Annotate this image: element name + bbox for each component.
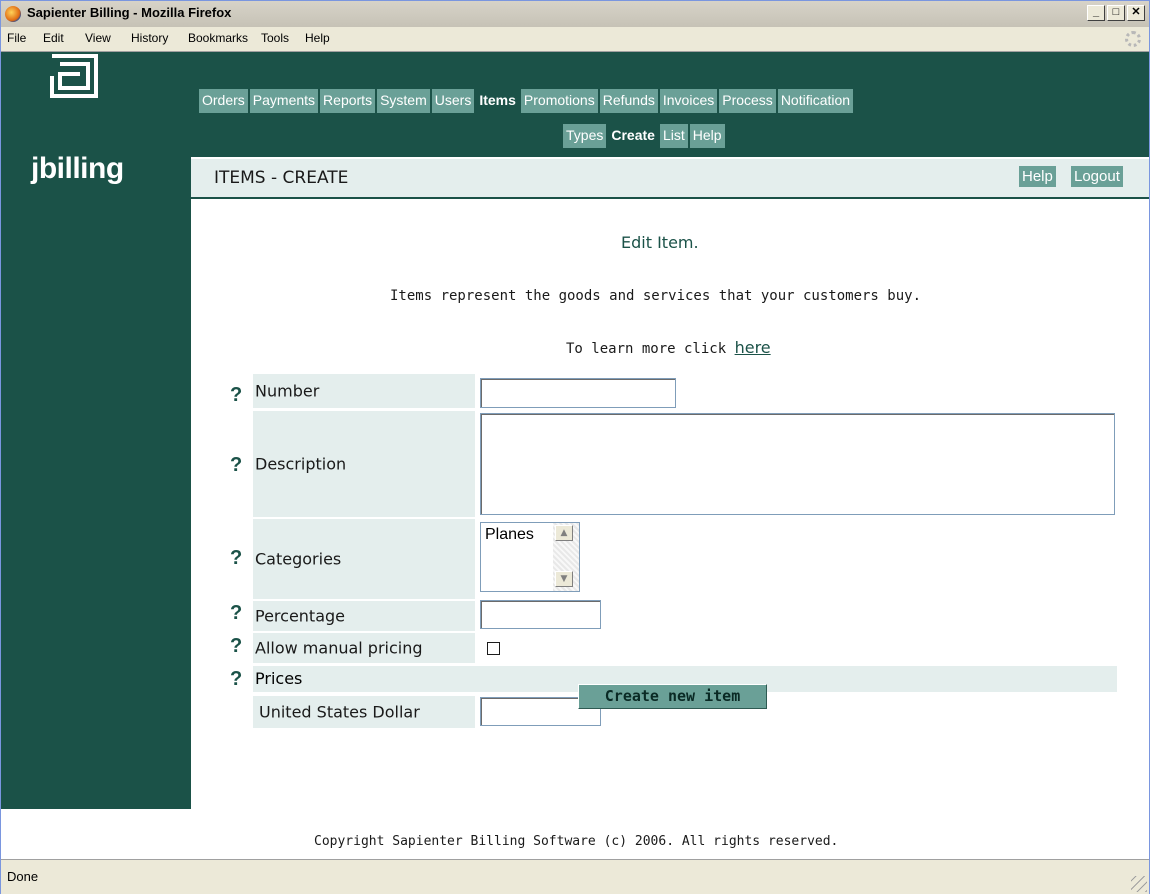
learn-more-link[interactable]: here [735, 338, 771, 357]
scroll-up-arrow-icon[interactable]: ▲ [555, 525, 573, 541]
nav-reports[interactable]: Reports [320, 89, 376, 113]
menu-view[interactable]: View [85, 31, 111, 45]
nav-orders[interactable]: Orders [199, 89, 248, 113]
subnav-create[interactable]: Create [608, 124, 658, 148]
nav-process[interactable]: Process [719, 89, 776, 113]
learn-more-prefix: To learn more click [566, 341, 735, 357]
menu-tools[interactable]: Tools [261, 31, 289, 45]
menu-file[interactable]: File [7, 31, 26, 45]
description-label: Description [255, 454, 347, 474]
menu-history[interactable]: History [131, 31, 168, 45]
firefox-icon [5, 6, 21, 22]
currency-label-cell: United States Dollar [253, 696, 475, 728]
nav-band: Orders Payments Reports System Users Ite… [191, 52, 1149, 157]
number-label-cell: Number [253, 374, 475, 408]
description-label-cell: Description [253, 411, 475, 517]
minimize-button[interactable]: _ [1087, 5, 1105, 21]
menu-bar: File Edit View History Bookmarks Tools H… [1, 27, 1149, 52]
intro-text: Items represent the goods and services t… [390, 288, 922, 304]
help-icon-number[interactable]: ? [230, 385, 242, 405]
maximize-button[interactable]: □ [1107, 5, 1125, 21]
page-title: ITEMS - CREATE [214, 168, 349, 188]
subnav-list[interactable]: List [659, 124, 688, 148]
sidebar: jbilling [1, 52, 191, 809]
categories-label: Categories [255, 549, 342, 569]
subnav-types[interactable]: Types [563, 124, 607, 148]
manual-pricing-label: Allow manual pricing [255, 638, 423, 658]
help-icon-percentage[interactable]: ? [230, 603, 242, 623]
nav-promotions[interactable]: Promotions [520, 89, 598, 113]
number-label: Number [255, 381, 320, 401]
help-button[interactable]: Help [1019, 166, 1056, 187]
status-text: Done [7, 869, 39, 884]
nav-users[interactable]: Users [431, 89, 475, 113]
nav-items[interactable]: Items [476, 89, 519, 113]
manual-pricing-label-cell: Allow manual pricing [253, 633, 475, 663]
form-heading: Edit Item. [621, 233, 699, 252]
percentage-label-cell: Percentage [253, 601, 475, 631]
nav-system[interactable]: System [377, 89, 430, 113]
throbber-icon [1125, 31, 1141, 47]
description-textarea[interactable] [480, 413, 1115, 515]
scroll-down-arrow-icon[interactable]: ▼ [555, 571, 573, 587]
logout-button[interactable]: Logout [1071, 166, 1123, 187]
footer: Copyright Sapienter Billing Software (c)… [1, 809, 1149, 859]
help-icon-manual-pricing[interactable]: ? [230, 636, 242, 656]
category-option[interactable]: Planes [485, 526, 534, 544]
help-icon-categories[interactable]: ? [230, 548, 242, 568]
copyright-text: Copyright Sapienter Billing Software (c)… [314, 834, 839, 849]
nav-invoices[interactable]: Invoices [659, 89, 718, 113]
resize-grip-icon[interactable] [1131, 876, 1147, 892]
browser-window: Sapienter Billing - Mozilla Firefox _ □ … [0, 0, 1150, 894]
title-bar: Sapienter Billing - Mozilla Firefox _ □ … [1, 1, 1149, 27]
percentage-input[interactable] [480, 600, 601, 629]
listbox-scrollbar[interactable]: ▲ ▼ [553, 523, 579, 591]
help-icon-description[interactable]: ? [230, 455, 242, 475]
page-content: jbilling Orders Payments Reports System … [1, 52, 1149, 809]
categories-listbox[interactable]: Planes ▲ ▼ [480, 522, 580, 592]
close-button[interactable]: ✕ [1127, 5, 1145, 21]
main-nav: Orders Payments Reports System Users Ite… [199, 89, 854, 113]
currency-label: United States Dollar [259, 702, 420, 722]
status-bar: Done [1, 859, 1149, 894]
nav-notification[interactable]: Notification [777, 89, 854, 113]
number-input[interactable] [480, 378, 676, 408]
create-item-button[interactable]: Create new item [578, 684, 767, 709]
menu-help[interactable]: Help [305, 31, 330, 45]
jbilling-logo-icon [50, 54, 98, 98]
menu-edit[interactable]: Edit [43, 31, 64, 45]
learn-more-text: To learn more click here [566, 338, 771, 357]
nav-payments[interactable]: Payments [249, 89, 319, 113]
nav-refunds[interactable]: Refunds [599, 89, 658, 113]
prices-label: Prices [255, 669, 303, 688]
manual-pricing-checkbox[interactable] [487, 642, 500, 655]
page-title-bar: ITEMS - CREATE Help Logout [191, 159, 1149, 199]
menu-bookmarks[interactable]: Bookmarks [188, 31, 248, 45]
subnav-help[interactable]: Help [689, 124, 725, 148]
sub-nav: Types Create List Help [563, 124, 725, 148]
help-icon-prices[interactable]: ? [230, 669, 242, 689]
categories-label-cell: Categories [253, 519, 475, 599]
brand-name: jbilling [31, 152, 124, 185]
window-title: Sapienter Billing - Mozilla Firefox [27, 5, 232, 20]
percentage-label: Percentage [255, 606, 346, 626]
